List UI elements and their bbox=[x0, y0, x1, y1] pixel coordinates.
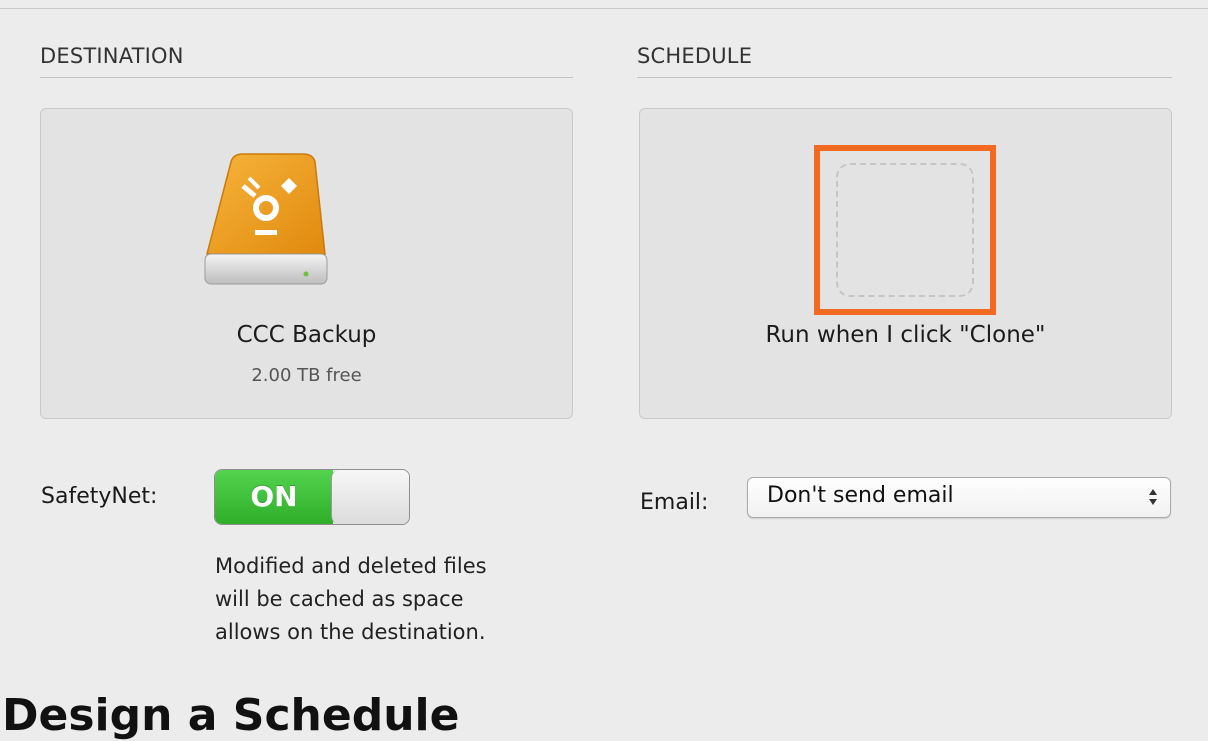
email-dropdown[interactable]: Don't send email bbox=[747, 477, 1171, 518]
email-label: Email: bbox=[640, 490, 709, 515]
schedule-selector-slot[interactable] bbox=[836, 163, 974, 297]
safetynet-description-line: will be cached as space bbox=[215, 587, 464, 611]
schedule-divider bbox=[637, 77, 1172, 78]
safetynet-description: Modified and deleted files will be cache… bbox=[215, 550, 487, 649]
safetynet-description-line: Modified and deleted files bbox=[215, 554, 487, 578]
destination-section-title: DESTINATION bbox=[40, 44, 184, 68]
drive-name: CCC Backup bbox=[236, 322, 377, 348]
safetynet-toggle[interactable]: ON bbox=[214, 469, 410, 525]
email-selected-value: Don't send email bbox=[767, 483, 954, 508]
schedule-section-title: SCHEDULE bbox=[637, 44, 753, 68]
drive-free-space: 2.00 TB free bbox=[251, 365, 362, 386]
firewire-drive-icon bbox=[204, 153, 328, 285]
page-heading: Design a Schedule bbox=[2, 690, 460, 741]
destination-divider bbox=[40, 77, 573, 78]
safetynet-toggle-state: ON bbox=[215, 470, 333, 524]
updown-arrows-icon bbox=[1149, 489, 1157, 505]
safetynet-label: SafetyNet: bbox=[41, 484, 158, 509]
top-divider bbox=[0, 0, 1208, 9]
safetynet-toggle-knob[interactable] bbox=[331, 470, 409, 524]
schedule-run-label: Run when I click "Clone" bbox=[765, 322, 1046, 348]
safetynet-description-line: allows on the destination. bbox=[215, 620, 486, 644]
